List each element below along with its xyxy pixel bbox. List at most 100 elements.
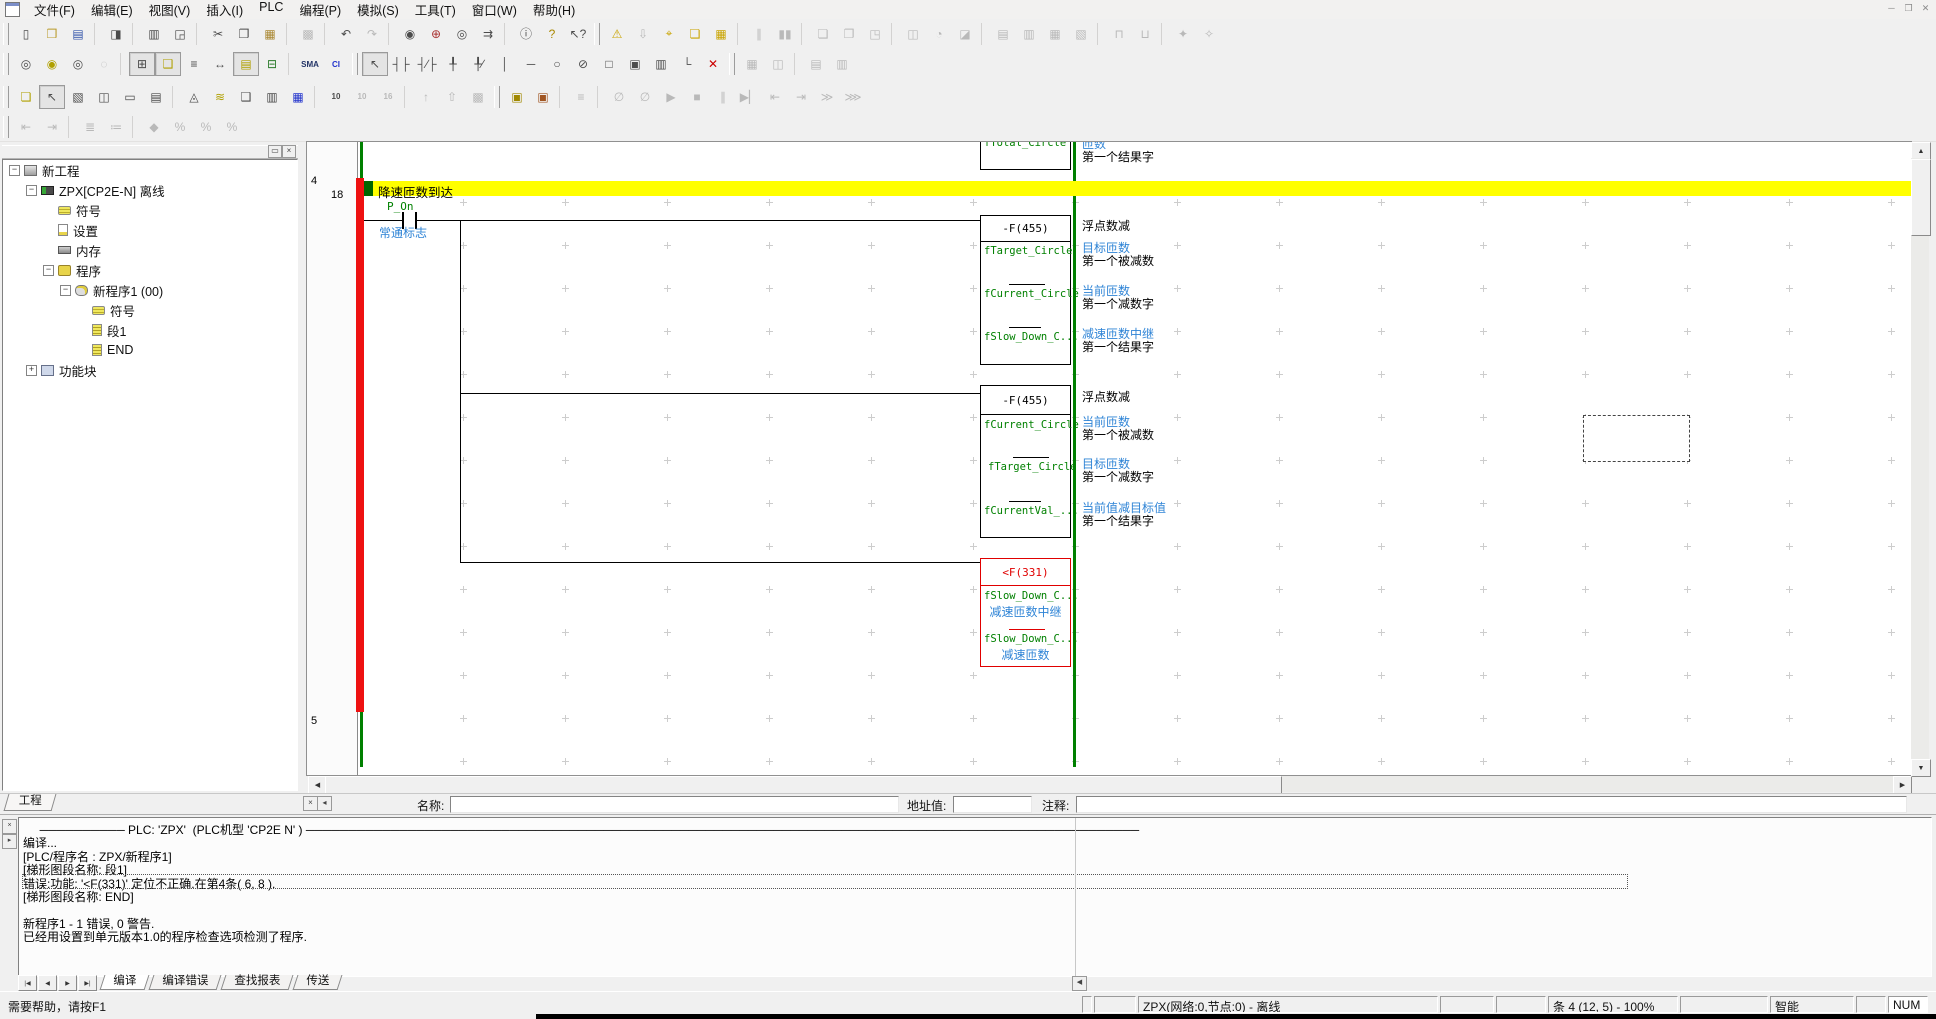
tree-item-section1[interactable]: 段1 xyxy=(3,320,297,340)
symbol-comment-button[interactable]: ▦ xyxy=(739,52,765,76)
vscroll-thumb[interactable] xyxy=(1911,159,1931,236)
instruction-block-2[interactable]: -F(455) fCurrent_Circle fTarget_Circle f… xyxy=(980,385,1071,538)
tab-scroll-last-button[interactable]: ▶| xyxy=(78,975,97,991)
close-button[interactable]: ✕ xyxy=(1919,2,1932,15)
collapse-icon[interactable]: − xyxy=(26,185,37,196)
instruction-block-error[interactable]: <F(331) fSlow_Down_C... 减速匝数中继 fSlow_Dow… xyxy=(980,558,1071,667)
menu-item-simulation[interactable]: 模拟(S) xyxy=(349,0,407,20)
print-preview-button[interactable]: ◲ xyxy=(167,22,193,46)
format-signed-decimal-button[interactable]: 10 xyxy=(349,85,375,109)
watch-window-button[interactable]: ▤ xyxy=(803,52,829,76)
differential-trace-button[interactable]: ⊓ xyxy=(1106,22,1132,46)
log-line[interactable]: [梯形图段名称: 段1] xyxy=(23,861,1627,874)
indent-right-button[interactable]: ⇥ xyxy=(39,115,65,139)
zoom-out-button[interactable]: ◌ xyxy=(91,52,117,76)
operand-bar-prev-button[interactable]: ◂ xyxy=(317,796,332,811)
compare-program-button[interactable]: ◳ xyxy=(862,22,888,46)
new-or-contact-button[interactable]: ╀ xyxy=(440,52,466,76)
new-vertical-line-button[interactable]: │ xyxy=(492,52,518,76)
menu-item-tools[interactable]: 工具(T) xyxy=(407,0,464,20)
edit-fb-button[interactable]: ≡ xyxy=(568,85,594,109)
tree-item-new-program[interactable]: −新程序1 (00) xyxy=(3,280,297,300)
operand-cell[interactable]: fCurrentVal_... xyxy=(984,505,1079,517)
paste-attributes-button[interactable]: ▩ xyxy=(295,22,321,46)
split-window-button[interactable]: ▭ xyxy=(117,85,143,109)
format-decimal-button[interactable]: 10 xyxy=(323,85,349,109)
menu-item-view[interactable]: 视图(V) xyxy=(141,0,199,20)
statement-list-2-button[interactable]: ≔ xyxy=(103,115,129,139)
simulator-online-button[interactable]: ∅ xyxy=(632,85,658,109)
instruction-block-1[interactable]: -F(455) fTarget_Circle fCurrent_Circle f… xyxy=(980,215,1071,365)
change-input-button[interactable]: CI xyxy=(323,52,349,76)
monitor-percent-1-button[interactable]: % xyxy=(167,115,193,139)
io-multipoint-1-button[interactable]: ▤ xyxy=(990,22,1016,46)
tab-scroll-prev-button[interactable]: ◀ xyxy=(38,975,57,991)
new-coil-button[interactable]: ○ xyxy=(544,52,570,76)
time-chart-button[interactable]: ⊔ xyxy=(1132,22,1158,46)
vscroll-track[interactable] xyxy=(1911,158,1929,759)
open-project-button[interactable]: ❒ xyxy=(39,22,65,46)
operand-cell[interactable]: fCurrent_Circle xyxy=(984,419,1079,431)
stop-button[interactable]: ■ xyxy=(684,85,710,109)
run-button[interactable]: ▶ xyxy=(658,85,684,109)
new-project-button[interactable]: ▯ xyxy=(13,22,39,46)
menu-item-plc[interactable]: PLC xyxy=(251,0,291,20)
io-comment-button[interactable]: ❑ xyxy=(233,85,259,109)
find-report-button[interactable]: ⌖ xyxy=(656,22,682,46)
zoom-in-button[interactable]: ◎ xyxy=(13,52,39,76)
address-reference-button[interactable]: ⇉ xyxy=(475,22,501,46)
pause-button[interactable]: ∥ xyxy=(710,85,736,109)
collapse-icon[interactable]: − xyxy=(60,285,71,296)
log-line[interactable] xyxy=(23,901,1627,914)
panel-dock-button[interactable]: ▭ xyxy=(268,145,282,158)
release-protection-button[interactable]: ▣ xyxy=(530,85,556,109)
name-field[interactable] xyxy=(450,796,899,813)
rung-gutter-4[interactable] xyxy=(307,172,358,713)
log-line[interactable]: 已经用设置到单元版本1.0的程序检查选项检测了程序. xyxy=(23,928,1627,941)
scan-run-button[interactable]: ⋙ xyxy=(840,85,866,109)
redo-button[interactable]: ↷ xyxy=(359,22,385,46)
new-instruction-button[interactable]: □ xyxy=(596,52,622,76)
io-multipoint-2-button[interactable]: ▥ xyxy=(1016,22,1042,46)
delete-line-button[interactable]: ✕ xyxy=(700,52,726,76)
monitor-percent-3-button[interactable]: % xyxy=(219,115,245,139)
rung-gutter-previous[interactable] xyxy=(307,142,358,173)
menu-item-window[interactable]: 窗口(W) xyxy=(464,0,525,20)
step-run-button[interactable]: ▶▏ xyxy=(736,85,762,109)
rung-comment-toggle-button[interactable]: ❑ xyxy=(155,52,181,76)
contact-name[interactable]: P_On xyxy=(387,200,414,213)
properties-button[interactable]: ▤ xyxy=(143,85,169,109)
toolbar-handle[interactable] xyxy=(594,23,600,45)
replace-button[interactable]: ⊕ xyxy=(423,22,449,46)
tab-scroll-first-button[interactable]: |◀ xyxy=(18,975,37,991)
transfer-to-plc-button[interactable]: ⇩ xyxy=(630,22,656,46)
toolbar-handle[interactable] xyxy=(3,53,9,75)
toolbar-handle[interactable] xyxy=(352,53,358,75)
operand-cell[interactable]: fSlow_Down_C... xyxy=(984,633,1079,645)
minimize-button[interactable]: ─ xyxy=(1885,2,1898,15)
new-contact-button[interactable]: ┤├ xyxy=(388,52,414,76)
program-check-options-button[interactable]: ❏ xyxy=(682,22,708,46)
instruction-mnemonic[interactable]: -F(455) xyxy=(981,216,1070,242)
instruction-mnemonic[interactable]: -F(455) xyxy=(981,386,1070,415)
toolbar-handle[interactable] xyxy=(3,86,9,108)
undo-button[interactable]: ↶ xyxy=(333,22,359,46)
cut-button[interactable]: ✂ xyxy=(205,22,231,46)
pointer-tool-button[interactable]: ↖ xyxy=(39,85,65,109)
new-horizontal-line-button[interactable]: ─ xyxy=(518,52,544,76)
save-project-button[interactable]: ▤ xyxy=(65,22,91,46)
section-check-button[interactable]: ▦ xyxy=(708,22,734,46)
work-online-simulator-button[interactable]: ∅ xyxy=(606,85,632,109)
new-closed-coil-button[interactable]: ⊘ xyxy=(570,52,596,76)
monitor-data-button[interactable]: ◪ xyxy=(952,22,978,46)
hscroll-right-button[interactable]: ▶ xyxy=(1893,776,1912,794)
hscroll-thumb[interactable] xyxy=(325,776,1282,794)
transfer-function-button[interactable]: ❐ xyxy=(836,22,862,46)
menu-item-help[interactable]: 帮助(H) xyxy=(525,0,583,20)
monitor-percent-2-button[interactable]: % xyxy=(193,115,219,139)
context-help-button[interactable]: ↖? xyxy=(565,22,591,46)
log-line[interactable]: [梯形图段名称: END] xyxy=(23,888,1627,901)
log-line[interactable]: [PLC/程序名 : ZPX/新程序1] xyxy=(23,848,1627,861)
log-line[interactable]: ────────── PLC: 'ZPX' (PLC机型 'CP2E N' ) … xyxy=(23,821,1627,834)
transfer-program-button[interactable]: ❏ xyxy=(810,22,836,46)
